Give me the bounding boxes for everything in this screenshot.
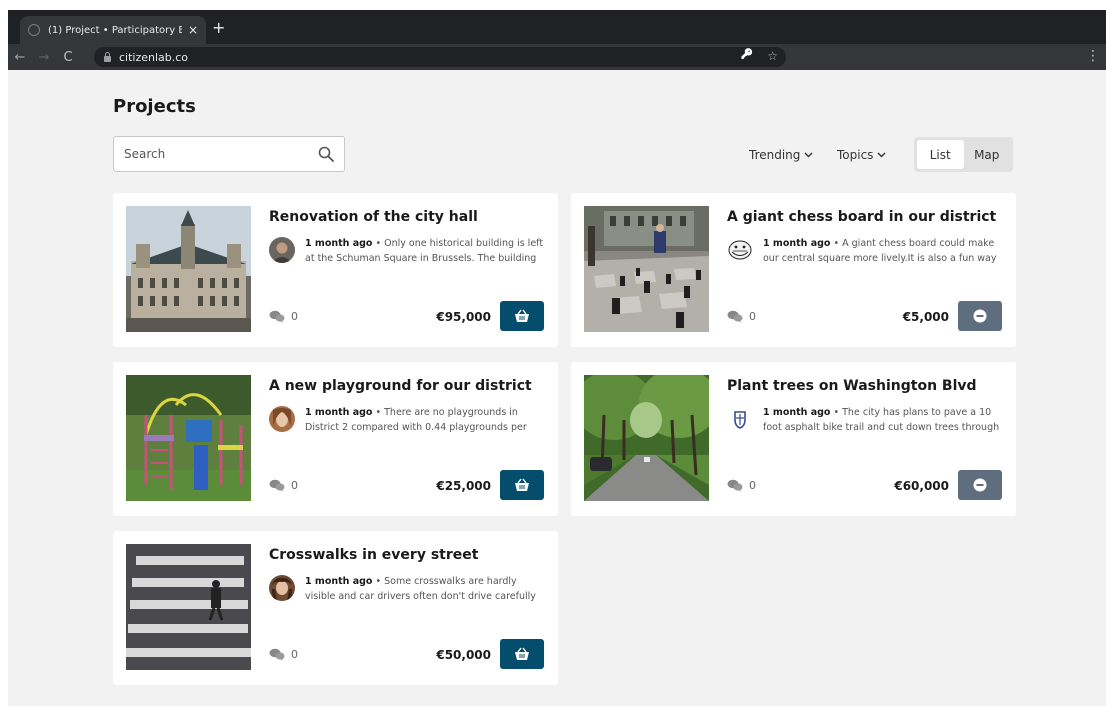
project-price: €95,000 xyxy=(436,310,491,324)
project-price: €25,000 xyxy=(436,479,491,493)
comments-icon xyxy=(727,310,743,323)
topics-filter-label: Topics xyxy=(837,148,874,162)
separator: • xyxy=(372,576,385,587)
comments-count: 0 xyxy=(269,310,298,323)
project-title[interactable]: Crosswalks in every street xyxy=(269,547,478,563)
project-title[interactable]: Renovation of the city hall xyxy=(269,209,478,225)
chevron-down-icon xyxy=(877,152,886,158)
minus-circle-icon xyxy=(973,309,987,323)
comments-count: 0 xyxy=(727,310,756,323)
comments-number: 0 xyxy=(749,479,756,492)
post-time: 1 month ago xyxy=(305,407,373,418)
chevron-down-icon xyxy=(804,152,813,158)
post-time: 1 month ago xyxy=(305,576,373,587)
add-to-basket-button[interactable] xyxy=(500,639,544,669)
favicon-icon xyxy=(28,24,40,36)
page-title: Projects xyxy=(113,96,196,117)
comments-icon xyxy=(269,479,285,492)
project-card[interactable]: Renovation of the city hall 1 month ago … xyxy=(113,193,558,347)
separator: • xyxy=(372,407,385,418)
project-excerpt: 1 month ago • The city has plans to pave… xyxy=(763,405,1008,435)
project-excerpt: 1 month ago • Only one historical buildi… xyxy=(305,236,550,266)
reload-button[interactable]: C xyxy=(56,50,80,65)
comments-count: 0 xyxy=(269,648,298,661)
separator: • xyxy=(830,238,843,249)
basket-icon xyxy=(515,478,529,491)
project-card[interactable]: Crosswalks in every street 1 month ago •… xyxy=(113,531,558,685)
tab-close-icon[interactable]: × xyxy=(188,23,198,37)
author-avatar[interactable] xyxy=(269,575,295,601)
project-image-washington-blvd[interactable] xyxy=(584,375,709,501)
search-input[interactable] xyxy=(114,137,304,171)
project-image-chess-board[interactable] xyxy=(584,206,709,332)
project-excerpt: 1 month ago • There are no playgrounds i… xyxy=(305,405,550,435)
browser-chrome: (1) Project • Participatory Budg × + ← →… xyxy=(8,10,1106,70)
project-price: €50,000 xyxy=(436,648,491,662)
project-image-crosswalks[interactable] xyxy=(126,544,251,670)
comments-icon xyxy=(727,479,743,492)
comments-count: 0 xyxy=(269,479,298,492)
add-to-basket-button[interactable] xyxy=(500,301,544,331)
project-title[interactable]: Plant trees on Washington Blvd xyxy=(727,378,977,394)
comments-number: 0 xyxy=(291,310,298,323)
forward-button[interactable]: → xyxy=(32,50,56,65)
url-text: citizenlab.co xyxy=(119,50,189,64)
project-card[interactable]: Plant trees on Washington Blvd 1 month a… xyxy=(571,362,1016,516)
trending-filter-label: Trending xyxy=(749,148,801,162)
key-icon[interactable]: 🔑 xyxy=(741,49,753,63)
basket-icon xyxy=(515,647,529,660)
trending-filter-button[interactable]: Trending xyxy=(749,148,813,162)
bookmark-star-icon[interactable]: ☆ xyxy=(767,49,778,63)
view-toggle: List Map xyxy=(914,137,1013,172)
author-avatar[interactable] xyxy=(727,237,753,263)
browser-toolbar: ← → C citizenlab.co 🔑 ☆ ⋮ xyxy=(8,44,1106,70)
search-box[interactable] xyxy=(113,136,345,172)
comments-number: 0 xyxy=(749,310,756,323)
project-title[interactable]: A giant chess board in our district xyxy=(727,209,996,225)
back-button[interactable]: ← xyxy=(8,50,32,65)
post-time: 1 month ago xyxy=(305,238,373,249)
map-view-button[interactable]: Map xyxy=(964,140,1011,169)
tab-title: (1) Project • Participatory Budg xyxy=(48,24,182,36)
project-card[interactable]: A new playground for our district 1 mont… xyxy=(113,362,558,516)
project-image-city-hall[interactable] xyxy=(126,206,251,332)
post-time: 1 month ago xyxy=(763,238,831,249)
new-tab-button[interactable]: + xyxy=(212,20,225,36)
post-time: 1 month ago xyxy=(763,407,831,418)
address-bar[interactable]: citizenlab.co 🔑 ☆ xyxy=(94,47,786,67)
basket-icon xyxy=(515,309,529,322)
project-price: €5,000 xyxy=(902,310,949,324)
project-card[interactable]: A giant chess board in our district 1 mo… xyxy=(571,193,1016,347)
comments-count: 0 xyxy=(727,479,756,492)
comments-number: 0 xyxy=(291,648,298,661)
minus-circle-icon xyxy=(973,478,987,492)
comments-icon xyxy=(269,648,285,661)
list-view-button[interactable]: List xyxy=(917,140,964,169)
project-excerpt: 1 month ago • A giant chess board could … xyxy=(763,236,1008,266)
author-avatar[interactable] xyxy=(269,237,295,263)
page-content: Projects Trending Topics List Map xyxy=(8,70,1106,706)
comments-number: 0 xyxy=(291,479,298,492)
tab-strip: (1) Project • Participatory Budg × + xyxy=(8,10,1106,44)
project-excerpt: 1 month ago • Some crosswalks are hardly… xyxy=(305,574,550,604)
author-avatar[interactable] xyxy=(269,406,295,432)
project-price: €60,000 xyxy=(894,479,949,493)
topics-filter-button[interactable]: Topics xyxy=(837,148,886,162)
browser-menu-icon[interactable]: ⋮ xyxy=(1086,49,1100,63)
add-to-basket-button[interactable] xyxy=(500,470,544,500)
separator: • xyxy=(830,407,843,418)
remove-from-basket-button[interactable] xyxy=(958,470,1002,500)
separator: • xyxy=(372,238,385,249)
comments-icon xyxy=(269,310,285,323)
browser-tab[interactable]: (1) Project • Participatory Budg × xyxy=(20,16,206,44)
author-avatar[interactable] xyxy=(727,406,753,432)
search-icon[interactable] xyxy=(318,146,334,162)
project-image-playground[interactable] xyxy=(126,375,251,501)
remove-from-basket-button[interactable] xyxy=(958,301,1002,331)
lock-icon xyxy=(104,51,111,62)
project-title[interactable]: A new playground for our district xyxy=(269,378,532,394)
